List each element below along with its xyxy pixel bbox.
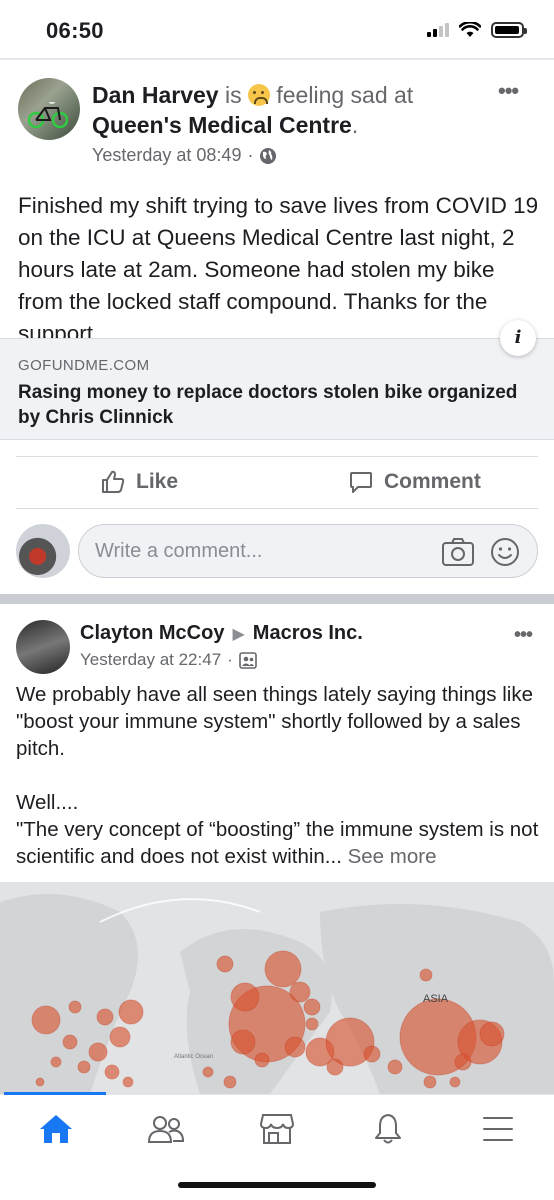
post2-meta: Yesterday at 22:47 · xyxy=(80,650,257,670)
arrow-icon: ▶ xyxy=(232,625,245,643)
map-label-ocean: Atlantic Ocean xyxy=(174,1054,213,1060)
post2-line xyxy=(16,762,542,789)
signal-icon xyxy=(427,23,449,37)
post2-body: We probably have all seen things lately … xyxy=(16,681,542,870)
like-label: Like xyxy=(136,470,179,493)
post2-header: Clayton McCoy ▶ Macros Inc. xyxy=(80,622,363,645)
post2-line: "The very concept of “boosting” the immu… xyxy=(16,816,542,870)
home-indicator xyxy=(178,1182,376,1188)
friends-icon xyxy=(147,1116,185,1143)
post-options-icon[interactable]: ••• xyxy=(498,78,519,104)
post-meta: Yesterday at 08:49 · xyxy=(92,145,277,166)
author-avatar[interactable] xyxy=(18,78,80,140)
post2-line: We probably have all seen things lately … xyxy=(16,683,533,760)
wifi-icon xyxy=(459,22,481,37)
notifications-icon xyxy=(375,1114,401,1144)
comment-button[interactable]: Comment xyxy=(348,462,481,502)
feeling-text: feeling sad at xyxy=(276,82,414,108)
group-icon xyxy=(239,651,257,669)
bike-icon xyxy=(28,102,68,128)
see-more-link[interactable]: See more xyxy=(348,845,437,868)
marketplace-tab[interactable] xyxy=(257,1111,297,1147)
battery-icon xyxy=(491,22,527,38)
map-label-asia: ASIA xyxy=(423,993,449,1005)
comment-input[interactable]: Write a comment... xyxy=(78,524,538,578)
top-divider xyxy=(0,58,554,60)
home-tab[interactable] xyxy=(36,1111,76,1147)
page-name[interactable]: Macros Inc. xyxy=(253,622,363,645)
post-headline: Dan Harvey is feeling sad at Queen's Med… xyxy=(92,80,492,140)
link-title[interactable]: Rasing money to replace doctors stolen b… xyxy=(18,380,518,430)
post-body: Finished my shift trying to save lives f… xyxy=(18,193,539,338)
marketplace-icon xyxy=(259,1114,295,1144)
world-map: ASIA Atlantic Ocean xyxy=(0,882,554,1094)
comment-icon xyxy=(350,472,372,493)
link-domain: GOFUNDME.COM xyxy=(18,357,150,374)
comment-placeholder: Write a comment... xyxy=(95,540,263,562)
feed-separator xyxy=(0,594,554,604)
my-avatar[interactable] xyxy=(16,524,70,578)
meta-separator: · xyxy=(227,650,233,669)
home-icon xyxy=(40,1115,72,1143)
meta-separator: · xyxy=(247,145,254,165)
actions-divider-bottom xyxy=(16,508,538,509)
friends-tab[interactable] xyxy=(146,1111,186,1147)
author-name[interactable]: Clayton McCoy xyxy=(80,622,224,645)
actions-divider-top xyxy=(16,456,538,457)
post2-line: Well.... xyxy=(16,791,79,814)
post-timestamp[interactable]: Yesterday at 08:49 xyxy=(92,145,241,166)
post-options-icon[interactable]: ••• xyxy=(514,624,533,647)
menu-tab[interactable] xyxy=(478,1111,518,1147)
emoji-icon[interactable] xyxy=(489,536,521,568)
camera-icon[interactable] xyxy=(441,537,475,567)
status-bar: 06:50 xyxy=(0,0,554,58)
status-time: 06:50 xyxy=(46,18,104,43)
like-button[interactable]: Like xyxy=(100,462,178,502)
info-icon[interactable]: i xyxy=(500,320,536,356)
post2-line-text: "The very concept of “boosting” the immu… xyxy=(16,818,539,868)
menu-icon xyxy=(483,1117,513,1141)
globe-icon xyxy=(260,147,277,164)
covid-map-image[interactable]: ASIA Atlantic Ocean xyxy=(0,882,554,1094)
location-link[interactable]: Queen's Medical Centre xyxy=(92,112,352,138)
thumbs-up-icon xyxy=(102,470,125,493)
post-timestamp[interactable]: Yesterday at 22:47 xyxy=(80,650,221,670)
comment-label: Comment xyxy=(384,470,481,493)
location-suffix: . xyxy=(351,112,359,138)
author-name[interactable]: Dan Harvey xyxy=(92,82,219,108)
is-text: is xyxy=(224,82,242,108)
notifications-tab[interactable] xyxy=(368,1111,408,1147)
author-avatar[interactable] xyxy=(16,620,70,674)
status-icons xyxy=(427,22,527,38)
link-preview[interactable]: GOFUNDME.COM Rasing money to replace doc… xyxy=(0,338,554,440)
sad-face-icon xyxy=(247,84,270,106)
active-tab-indicator xyxy=(4,1092,106,1095)
